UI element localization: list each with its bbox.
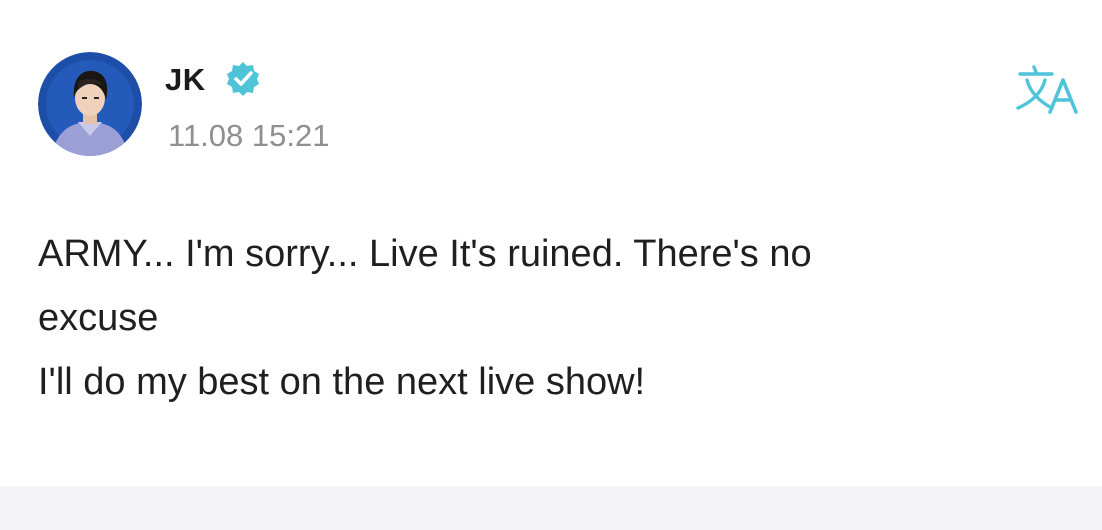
post-divider-strip: [0, 486, 1102, 530]
post-text: ARMY... I'm sorry... Live It's ruined. T…: [38, 222, 1048, 414]
verified-badge-icon: [227, 62, 259, 96]
avatar[interactable]: [38, 52, 142, 156]
post-text-line: excuse: [38, 297, 159, 339]
author-name[interactable]: JK: [165, 62, 206, 98]
post-text-line: I'll do my best on the next live show!: [38, 361, 646, 403]
post-text-line: ARMY... I'm sorry... Live It's ruined. T…: [38, 233, 812, 275]
translate-icon[interactable]: [1012, 62, 1082, 116]
avatar-image: [38, 52, 142, 156]
post-card: JK 11.08 15:21 ARMY... I'm sorry... Live…: [0, 0, 1102, 486]
timestamp: 11.08 15:21: [168, 118, 330, 153]
